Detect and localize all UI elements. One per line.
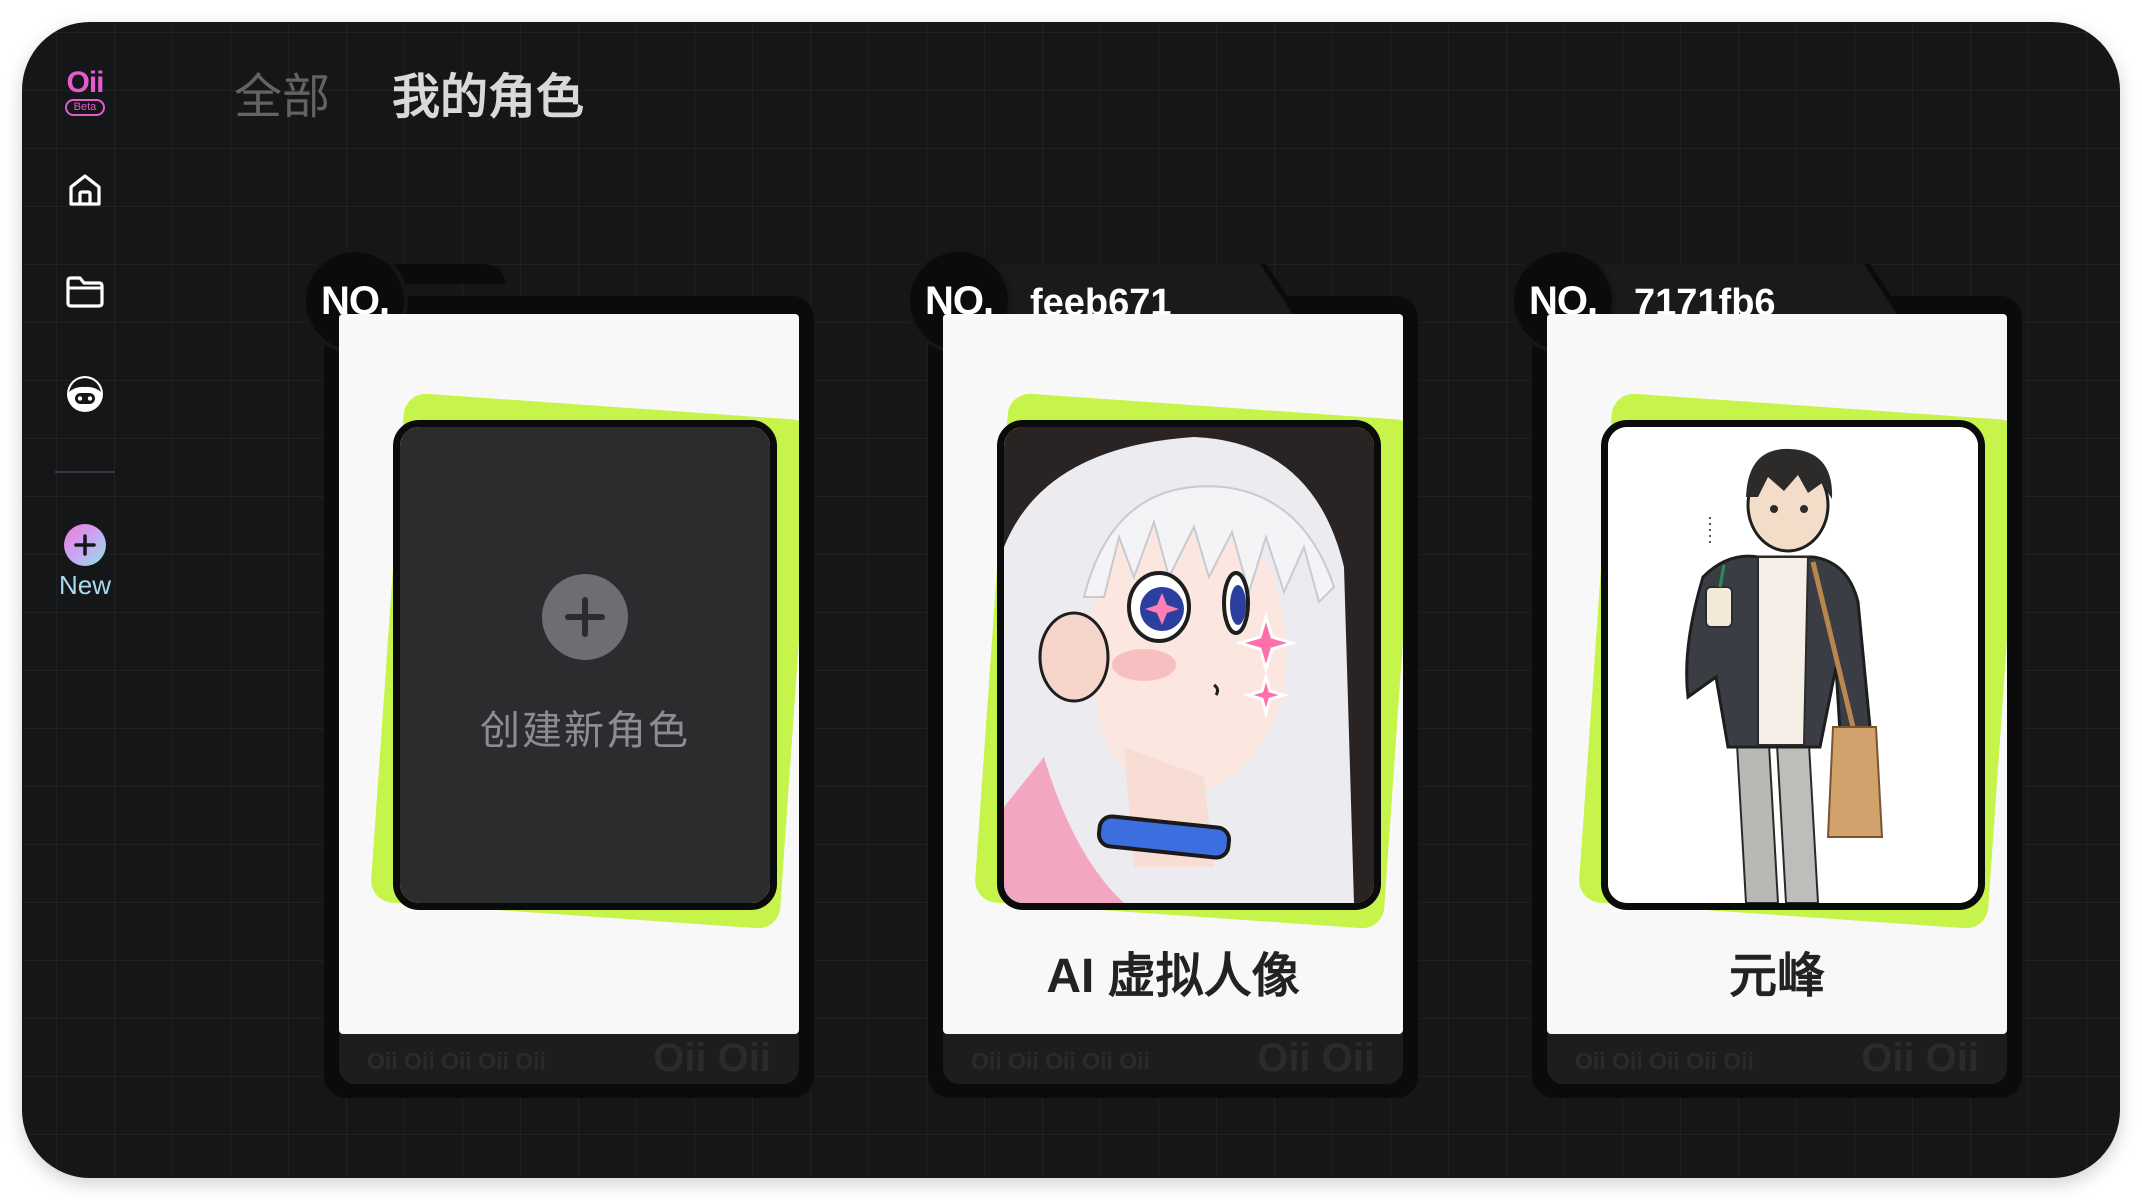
sidebar-divider	[55, 471, 115, 473]
app-window: Oii Beta New 全部 我的角色 NO. 创建新角色 Oii Oii O…	[22, 22, 2120, 1178]
footer-watermark-small: Oii Oii Oii Oii Oii	[971, 1048, 1150, 1074]
character-name: AI 虚拟人像	[1046, 950, 1300, 1003]
tab-bar: 全部 我的角色	[234, 58, 584, 138]
tab-my-characters[interactable]: 我的角色	[392, 58, 584, 138]
card-footer: Oii Oii Oii Oii Oii Oii Oii	[339, 1034, 799, 1084]
create-character-card[interactable]: NO. 创建新角色 Oii Oii Oii Oii Oii Oii Oii	[302, 248, 814, 1098]
footer-watermark-small: Oii Oii Oii Oii Oii	[367, 1048, 546, 1074]
tab-all[interactable]: 全部	[234, 58, 330, 138]
footer-watermark-big: Oii Oii	[1257, 1036, 1375, 1080]
sidebar-item-characters[interactable]	[55, 364, 115, 424]
plus-icon	[64, 524, 106, 566]
app-logo[interactable]: Oii Beta	[60, 68, 110, 120]
new-button[interactable]: New	[42, 522, 128, 612]
footer-watermark-big: Oii Oii	[653, 1036, 771, 1080]
character-portrait	[997, 420, 1381, 910]
logo-text: Oii	[66, 66, 104, 99]
sidebar-item-folder[interactable]	[55, 262, 115, 322]
card-footer: Oii Oii Oii Oii Oii Oii Oii	[1547, 1034, 2007, 1084]
home-icon	[69, 174, 101, 206]
create-character-label: 创建新角色	[480, 709, 690, 753]
new-label: New	[58, 570, 111, 600]
character-name: 元峰	[1728, 950, 1825, 1003]
card-paper: 创建新角色	[339, 314, 799, 1034]
character-card[interactable]: NO. feeb671 AI 虚拟人像 Oii Oii Oii Oii Oii …	[906, 248, 1418, 1098]
card-paper: 元峰	[1547, 314, 2007, 1034]
card-footer: Oii Oii Oii Oii Oii Oii Oii	[943, 1034, 1403, 1084]
create-character-area[interactable]: 创建新角色	[393, 420, 777, 910]
sidebar: Oii Beta New	[22, 22, 148, 1178]
footer-watermark-big: Oii Oii	[1861, 1036, 1979, 1080]
card-paper: AI 虚拟人像	[943, 314, 1403, 1034]
beta-badge: Beta	[65, 99, 105, 116]
footer-watermark-small: Oii Oii Oii Oii Oii	[1575, 1048, 1754, 1074]
folder-icon	[66, 276, 104, 308]
character-portrait	[1601, 420, 1985, 910]
character-card[interactable]: NO. 7171fb6 元峰 Oii Oii Oii Oii Oii Oii O…	[1510, 248, 2022, 1098]
add-icon	[542, 574, 628, 660]
character-face-icon	[67, 376, 103, 412]
sidebar-item-home[interactable]	[55, 160, 115, 220]
